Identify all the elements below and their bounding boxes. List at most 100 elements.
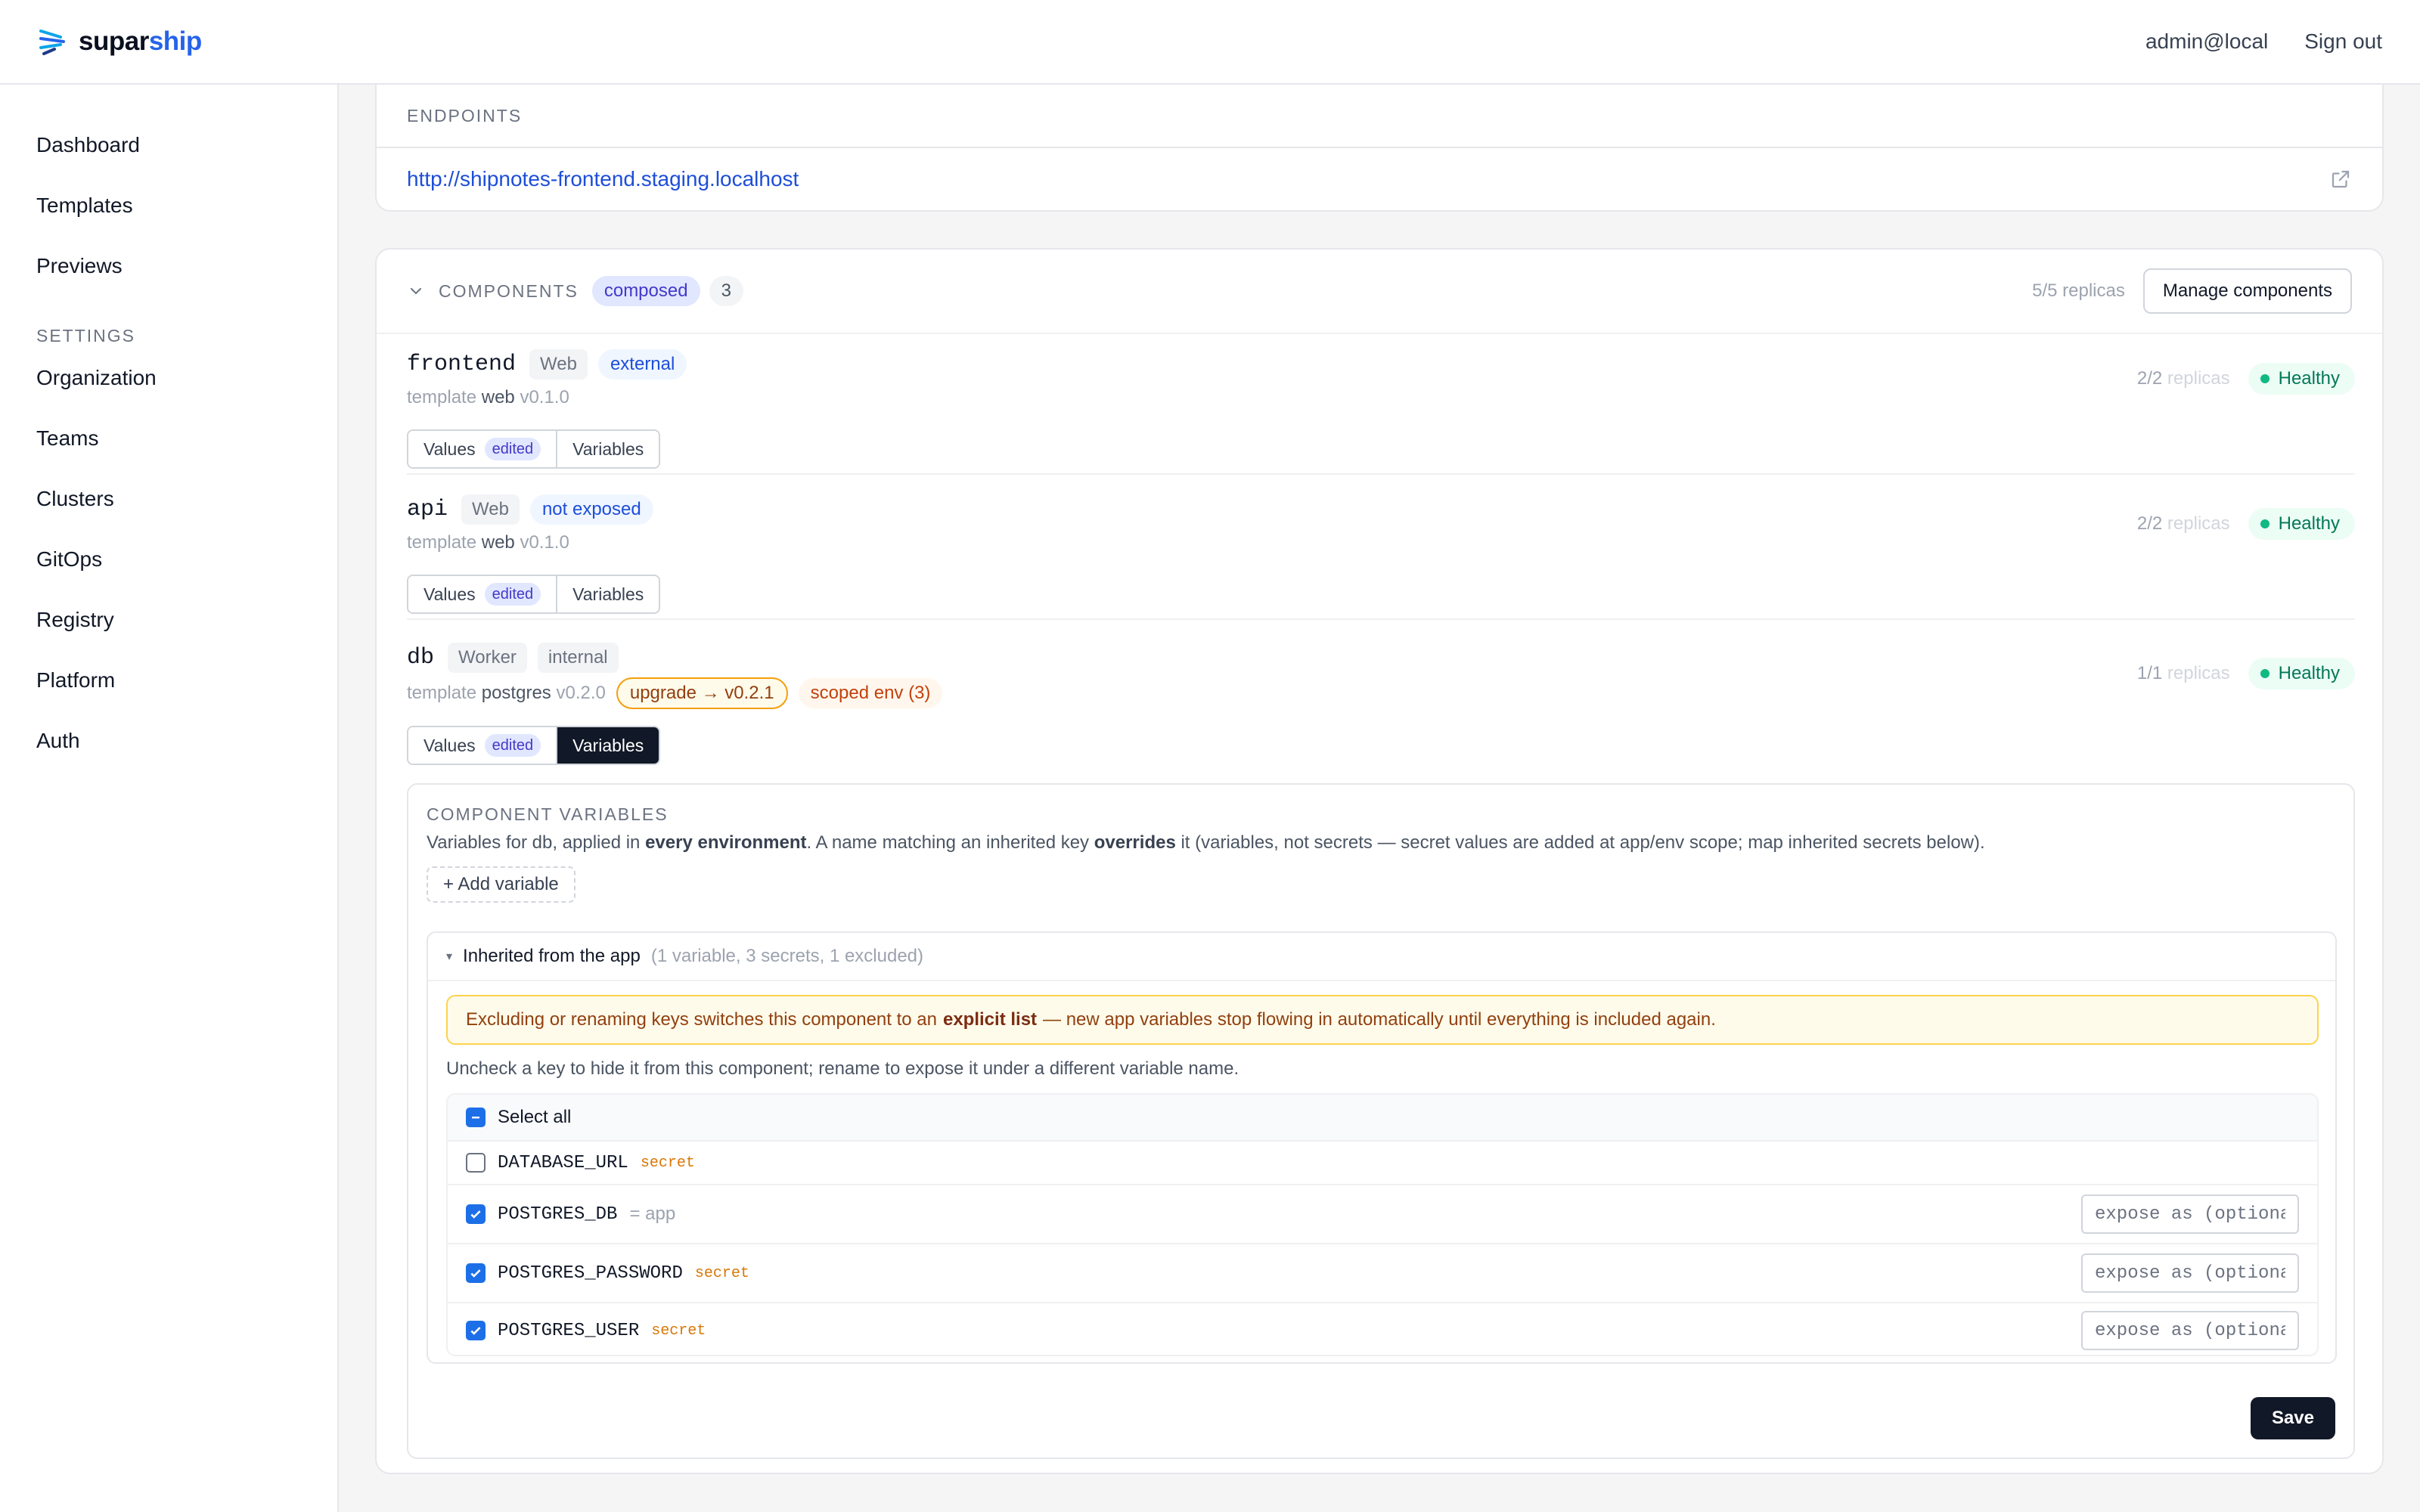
brand-prefix: supar [79,26,149,56]
values-tab[interactable]: Values edited [408,576,557,612]
values-tab-label: Values [424,584,476,604]
sidebar-item-auth[interactable]: Auth [0,720,337,780]
edited-badge: edited [484,583,541,606]
select-all-checkbox[interactable] [466,1108,486,1127]
sidebar-item-teams[interactable]: Teams [0,417,337,478]
secret-tag: secret [640,1154,695,1172]
replicas-label: replicas [2167,368,2230,389]
select-all-label: Select all [498,1107,572,1127]
template-label: template [407,683,477,703]
component-heading: frontend Web external [407,348,2355,381]
component-replicas: 1/1 replicas [2137,663,2230,684]
replicas-count: 2/2 [2136,368,2163,389]
template-label: template [407,532,477,553]
sidebar-item-registry[interactable]: Registry [0,599,337,659]
expose-as-input[interactable] [2081,1253,2299,1293]
key-checkbox[interactable] [466,1263,486,1283]
status-badge: Healthy [2248,508,2355,540]
component-status: 2/2 replicas Healthy [2137,508,2355,540]
template-version: v0.2.0 [556,683,606,703]
key-scope: = app [629,1204,676,1224]
inherited-title: Inherited from the app [463,946,641,966]
component-count-badge: 3 [709,276,743,306]
component-heading: api Web not exposed [407,493,2355,526]
composed-badge: composed [591,276,700,306]
replicas-label: replicas [2167,513,2230,534]
template-version: v0.1.0 [520,532,569,553]
inherited-key-list: Select all DATABASE_URL secret POSTGRES_… [446,1093,2319,1356]
scoped-env-badge: scoped env (3) [798,678,943,708]
save-button[interactable]: Save [2250,1397,2335,1439]
component-name: frontend [407,352,517,377]
warning-emphasis: explicit list [942,1009,1038,1030]
secret-tag: secret [694,1264,749,1282]
status-label: Healthy [2278,663,2340,683]
sidebar-item-gitops[interactable]: GitOps [0,538,337,599]
sidebar-item-previews[interactable]: Previews [0,245,337,305]
variables-tab[interactable]: Variables [556,431,659,467]
logo[interactable]: suparship [38,26,202,57]
warning-text: — new app variables stop flowing in auto… [1043,1009,1716,1030]
template-name: web [481,532,515,553]
values-tab[interactable]: Values edited [408,431,557,467]
edited-badge: edited [484,734,541,757]
component-kind-tag: Web [461,494,520,525]
components-card: COMPONENTS composed 3 5/5 replicas Manag… [375,248,2384,1474]
manage-components-button[interactable]: Manage components [2142,268,2352,314]
component-replicas: 2/2 replicas [2137,368,2230,389]
component-status: 2/2 replicas Healthy [2137,363,2355,395]
inherited-key-row: POSTGRES_DB = app [448,1185,2317,1244]
component-kind-tag: Worker [448,643,527,673]
add-variable-button[interactable]: + Add variable [427,866,576,903]
status-label: Healthy [2278,368,2340,389]
components-header: COMPONENTS composed 3 5/5 replicas Manag… [377,249,2382,334]
upgrade-badge[interactable]: upgrade → v0.2.1 [616,677,788,709]
endpoints-card: ENDPOINTS http://shipnotes-frontend.stag… [375,85,2384,212]
component-variables-title: COMPONENT VARIABLES [427,804,669,824]
inherited-toggle[interactable]: ▾ Inherited from the app (1 variable, 3 … [428,933,2335,981]
desc-text: Variables for db, applied in [427,832,641,853]
endpoint-row: http://shipnotes-frontend.staging.localh… [377,148,2382,210]
sidebar-item-platform[interactable]: Platform [0,659,337,720]
explicit-list-warning: Excluding or renaming keys switches this… [446,995,2319,1045]
edited-badge: edited [484,438,541,460]
endpoints-heading: ENDPOINTS [377,85,2382,148]
key-checkbox[interactable] [466,1153,486,1173]
sidebar-item-dashboard[interactable]: Dashboard [0,124,337,184]
components-header-actions: 5/5 replicas Manage components [2032,268,2352,314]
key-name: POSTGRES_DB [498,1204,618,1225]
component-replicas: 2/2 replicas [2137,513,2230,534]
chevron-down-icon[interactable] [407,282,425,300]
component-row-api: api Web not exposed template web v0.1.0 … [407,493,2355,620]
component-tabs: Values edited Variables [407,726,661,765]
exposure-badge: external [597,349,687,380]
component-name: db [407,645,435,671]
expose-as-input[interactable] [2081,1194,2299,1234]
status-dot-icon [2260,374,2270,383]
key-checkbox[interactable] [466,1204,486,1224]
endpoint-link[interactable]: http://shipnotes-frontend.staging.localh… [407,167,799,191]
template-version: v0.1.0 [520,387,569,407]
values-tab[interactable]: Values edited [408,727,557,764]
brand-name: suparship [79,26,202,57]
sidebar-item-organization[interactable]: Organization [0,357,337,417]
inherited-hint: Uncheck a key to hide it from this compo… [446,1058,1239,1079]
key-checkbox[interactable] [466,1321,486,1340]
check-icon [470,1269,481,1278]
check-icon [470,1210,481,1219]
sidebar-item-templates[interactable]: Templates [0,184,337,245]
check-icon [470,1327,481,1335]
expose-as-input[interactable] [2081,1311,2299,1350]
caret-down-icon: ▾ [446,950,453,963]
sidebar-item-clusters[interactable]: Clusters [0,478,337,538]
variables-tab[interactable]: Variables [556,727,659,764]
inherited-key-row: POSTGRES_PASSWORD secret [448,1244,2317,1303]
values-tab-label: Values [424,735,476,755]
component-tabs: Values edited Variables [407,575,661,614]
template-info: template web v0.1.0 [407,526,2355,559]
template-name: web [481,387,515,407]
inherited-summary: (1 variable, 3 secrets, 1 excluded) [650,946,924,966]
sign-out-link[interactable]: Sign out [2304,29,2382,54]
variables-tab[interactable]: Variables [556,576,659,612]
external-link-icon[interactable] [2329,168,2352,191]
